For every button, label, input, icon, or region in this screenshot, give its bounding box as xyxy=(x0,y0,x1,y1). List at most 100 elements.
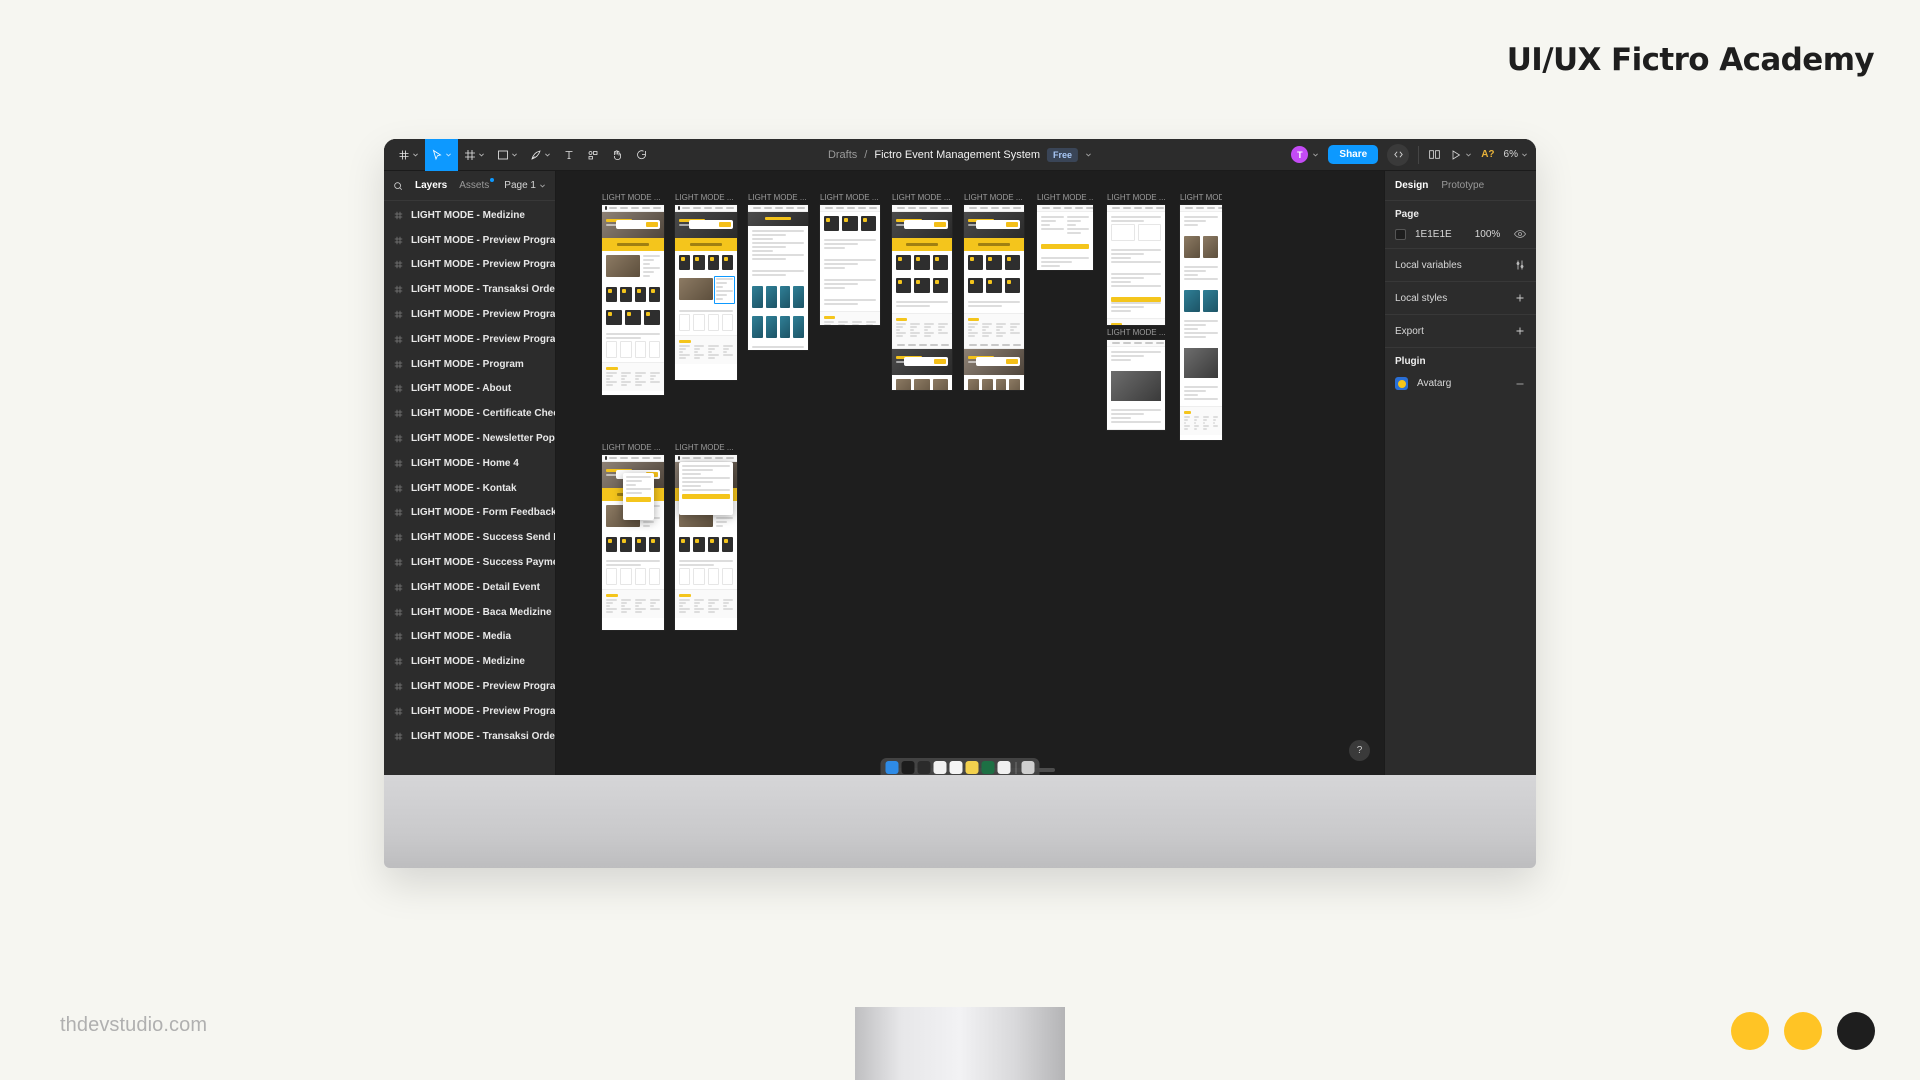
text-tool-button[interactable] xyxy=(557,139,581,171)
frame-thumbnail[interactable] xyxy=(748,205,808,350)
frame-label[interactable]: LIGHT MODE ... xyxy=(1037,193,1093,202)
dock-icon-trash[interactable] xyxy=(1021,761,1035,774)
export-row[interactable]: Export xyxy=(1385,315,1536,348)
layer-list[interactable]: LIGHT MODE - Medizine LIGHT MODE - Previe… xyxy=(384,201,555,775)
dock-icon-vscode[interactable] xyxy=(933,761,947,774)
layer-row[interactable]: LIGHT MODE - Media xyxy=(384,625,555,650)
frame-label[interactable]: LIGHT MODE ... xyxy=(1107,193,1165,202)
color-swatch[interactable] xyxy=(1395,228,1406,240)
canvas-frame[interactable]: LIGHT MODE ... xyxy=(1107,193,1165,325)
help-button[interactable]: ? xyxy=(1349,740,1370,761)
chevron-down-icon[interactable] xyxy=(1085,151,1092,158)
layer-row[interactable]: LIGHT MODE - Preview Program ... xyxy=(384,228,555,253)
eye-icon[interactable] xyxy=(1514,228,1526,240)
layer-row[interactable]: LIGHT MODE - Success Send Fee... xyxy=(384,525,555,550)
dock-icon-notes[interactable] xyxy=(965,761,979,774)
search-icon[interactable] xyxy=(393,181,403,191)
page-opacity[interactable]: 100% xyxy=(1475,229,1501,240)
dock-icon-excel[interactable] xyxy=(981,761,995,774)
page-fill-row[interactable]: 1E1E1E 100% xyxy=(1395,228,1526,240)
layer-row[interactable]: LIGHT MODE - Medizine xyxy=(384,203,555,228)
canvas-frame[interactable]: LIGHT MODE ... xyxy=(964,193,1024,390)
frame-label[interactable]: LIGHT MODE ... xyxy=(892,193,952,202)
frame-label[interactable]: LIGHT MODE ... xyxy=(964,193,1024,202)
shape-tool-button[interactable] xyxy=(491,139,524,171)
frame-tool-button[interactable] xyxy=(458,139,491,171)
layer-row[interactable]: LIGHT MODE - Kontak xyxy=(384,476,555,501)
file-name[interactable]: Fictro Event Management System xyxy=(874,149,1040,161)
page-selector[interactable]: Page 1 xyxy=(504,180,546,191)
frame-thumbnail[interactable] xyxy=(892,205,952,390)
layer-row[interactable]: LIGHT MODE - Program xyxy=(384,352,555,377)
components-tool-button[interactable] xyxy=(581,139,605,171)
frame-label[interactable]: LIGHT MODE ... xyxy=(602,193,664,202)
breadcrumb-parent[interactable]: Drafts xyxy=(828,149,857,161)
tab-layers[interactable]: Layers xyxy=(415,180,447,191)
frame-thumbnail[interactable] xyxy=(1180,205,1222,440)
frame-thumbnail[interactable] xyxy=(675,455,737,630)
macos-dock[interactable] xyxy=(880,758,1040,775)
canvas-frame[interactable]: LIGHT MODE ... xyxy=(892,193,952,390)
plugin-item-avatarg[interactable]: Avatarg xyxy=(1395,377,1526,390)
share-button[interactable]: Share xyxy=(1328,145,1379,164)
canvas-frame[interactable]: LIGHT MODE ... xyxy=(675,443,737,630)
comment-tool-button[interactable] xyxy=(629,139,653,171)
plus-icon[interactable] xyxy=(1514,325,1526,337)
frame-label[interactable]: LIGHT MODE ... xyxy=(748,193,808,202)
layer-row[interactable]: LIGHT MODE - Preview Program xyxy=(384,253,555,278)
zoom-control[interactable]: 6% xyxy=(1504,149,1528,160)
layer-row[interactable]: LIGHT MODE - About xyxy=(384,377,555,402)
move-tool-button[interactable] xyxy=(425,139,458,171)
dock-icon-safari[interactable] xyxy=(997,761,1011,774)
play-icon[interactable] xyxy=(1450,149,1462,161)
local-styles-row[interactable]: Local styles xyxy=(1385,282,1536,315)
dock-icon-chrome[interactable] xyxy=(949,761,963,774)
dock-icon-finder[interactable] xyxy=(885,761,899,774)
layer-row[interactable]: LIGHT MODE - Certificate Checker xyxy=(384,401,555,426)
ai-button[interactable]: A? xyxy=(1481,149,1494,160)
frame-thumbnail[interactable] xyxy=(602,205,664,395)
layer-row[interactable]: LIGHT MODE - Transaksi Order xyxy=(384,724,555,749)
frame-label[interactable]: LIGHT MODE ... xyxy=(602,443,664,452)
canvas-frame[interactable]: LIGHT MODE ... xyxy=(748,193,808,350)
book-icon[interactable] xyxy=(1428,148,1441,161)
frame-thumbnail[interactable] xyxy=(820,205,880,325)
hand-tool-button[interactable] xyxy=(605,139,629,171)
frame-thumbnail[interactable] xyxy=(964,205,1024,390)
avatar[interactable]: T xyxy=(1290,145,1310,164)
frame-thumbnail[interactable] xyxy=(675,205,737,380)
tab-assets[interactable]: Assets xyxy=(459,178,495,191)
chevron-down-icon[interactable] xyxy=(1465,151,1472,158)
canvas-frame[interactable]: LIGHT MODE ... xyxy=(1107,328,1165,430)
layer-row[interactable]: LIGHT MODE - Preview Program xyxy=(384,699,555,724)
canvas-frame[interactable]: LIGHT MODE ... xyxy=(675,193,737,380)
layer-row[interactable]: LIGHT MODE - Detail Event xyxy=(384,575,555,600)
main-menu-button[interactable] xyxy=(392,139,425,171)
dock-icon-terminal[interactable] xyxy=(901,761,915,774)
layer-row[interactable]: LIGHT MODE - Home 4 xyxy=(384,451,555,476)
plus-icon[interactable] xyxy=(1514,292,1526,304)
layer-row[interactable]: LIGHT MODE - Success Payment xyxy=(384,550,555,575)
minus-icon[interactable] xyxy=(1514,378,1526,390)
frame-label[interactable]: LIGHT MODE ... xyxy=(820,193,880,202)
canvas-frame[interactable]: LIGHT MODE ... xyxy=(602,443,664,630)
layer-row[interactable]: LIGHT MODE - Preview Program ... xyxy=(384,674,555,699)
layer-row[interactable]: LIGHT MODE - Baca Medizine xyxy=(384,600,555,625)
dock-icon-figma[interactable] xyxy=(917,761,931,774)
canvas-frame[interactable]: LIGHT MODE ... xyxy=(820,193,880,325)
layer-row[interactable]: LIGHT MODE - Newsletter Popup xyxy=(384,426,555,451)
local-variables-row[interactable]: Local variables xyxy=(1385,249,1536,282)
page-color-hex[interactable]: 1E1E1E xyxy=(1415,229,1452,240)
layer-row[interactable]: LIGHT MODE - Preview Program ... xyxy=(384,302,555,327)
layer-row[interactable]: LIGHT MODE - Preview Program xyxy=(384,327,555,352)
layer-row[interactable]: LIGHT MODE - Medizine xyxy=(384,649,555,674)
frame-thumbnail[interactable] xyxy=(1037,205,1093,270)
canvas-frame[interactable]: LIGHT MODE ... xyxy=(1180,193,1222,440)
pen-tool-button[interactable] xyxy=(524,139,557,171)
chevron-down-icon[interactable] xyxy=(1312,151,1319,158)
frame-label[interactable]: LIGHT MODE ... xyxy=(675,193,737,202)
dev-mode-button[interactable] xyxy=(1387,143,1410,166)
layer-row[interactable]: LIGHT MODE - Transaksi Order xyxy=(384,277,555,302)
canvas-frame[interactable]: LIGHT MODE ... xyxy=(1037,193,1093,270)
figma-canvas[interactable]: LIGHT MODE ... LIGHT MODE ... LIGHT MODE .… xyxy=(556,171,1384,775)
